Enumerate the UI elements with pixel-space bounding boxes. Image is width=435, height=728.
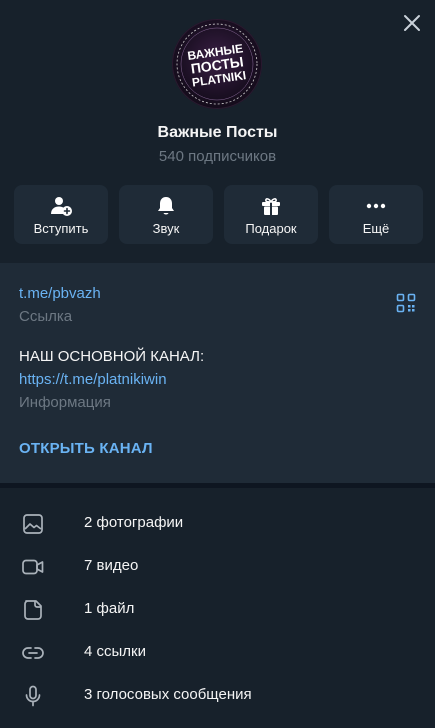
sound-label: Звук: [152, 221, 180, 236]
media-label-videos: 7 видео: [84, 557, 139, 574]
open-channel-button[interactable]: ОТКРЫТЬ КАНАЛ: [19, 440, 153, 457]
media-row-photos[interactable]: 2 фотографии: [0, 502, 435, 544]
media-row-files[interactable]: 1 файл: [0, 588, 435, 630]
subscriber-count: 540 подписчиков: [158, 148, 277, 165]
join-button[interactable]: Вступить: [14, 185, 108, 244]
photo-icon: [23, 514, 43, 534]
channel-link[interactable]: t.me/pbvazh: [19, 285, 101, 302]
file-icon: [24, 600, 42, 620]
description-link[interactable]: https://t.me/platnikiwin: [19, 371, 167, 388]
media-label-files: 1 файл: [84, 600, 135, 617]
media-label-voice: 3 голосовых сообщения: [84, 686, 252, 703]
more-dots-icon: [366, 203, 386, 209]
media-label-photos: 2 фотографии: [84, 514, 184, 531]
gift-label: Подарок: [245, 221, 297, 236]
add-user-icon: [51, 197, 72, 216]
channel-title: Важные Посты: [157, 124, 278, 141]
more-button[interactable]: Ещё: [329, 185, 423, 244]
gift-icon: [262, 198, 280, 215]
more-label: Ещё: [362, 221, 390, 236]
media-label-links: 4 ссылки: [84, 643, 146, 660]
gift-button[interactable]: Подарок: [224, 185, 318, 244]
microphone-icon: [25, 685, 41, 707]
close-icon[interactable]: [401, 12, 423, 34]
action-bar: Вступить Звук Подарок Ещё: [14, 185, 423, 244]
link-icon: [22, 647, 44, 659]
join-label: Вступить: [33, 221, 89, 236]
description-caption: Информация: [19, 394, 111, 411]
sound-button[interactable]: Звук: [119, 185, 213, 244]
channel-header: ВАЖНЫЕ ПОСТЫ PLATNIKI Важные Посты 540 п…: [0, 0, 435, 262]
media-row-videos[interactable]: 7 видео: [0, 545, 435, 587]
media-list: 2 фотографии 7 видео 1 файл 4 ссылки 3 г…: [0, 488, 435, 728]
qr-code-icon[interactable]: [396, 293, 416, 313]
channel-avatar: ВАЖНЫЕ ПОСТЫ PLATNIKI: [172, 19, 262, 109]
link-caption: Ссылка: [19, 308, 73, 325]
description-text: НАШ ОСНОВНОЙ КАНАЛ:: [19, 348, 205, 365]
media-row-voice[interactable]: 3 голосовых сообщения: [0, 674, 435, 716]
media-row-links[interactable]: 4 ссылки: [0, 631, 435, 673]
bell-icon: [158, 197, 174, 215]
video-icon: [22, 559, 44, 575]
